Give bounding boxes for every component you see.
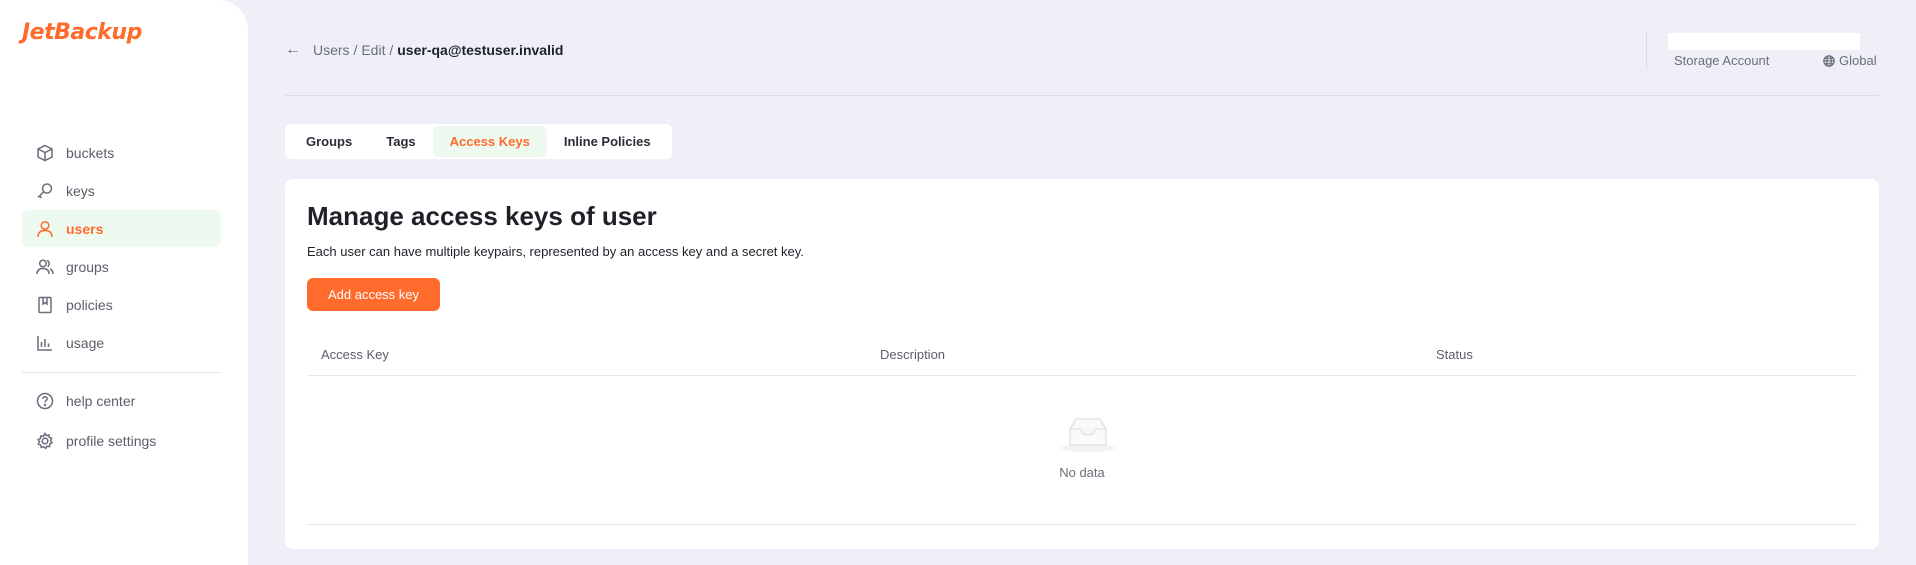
tab-tags[interactable]: Tags <box>369 126 432 157</box>
sidebar-item-usage[interactable]: usage <box>22 324 221 361</box>
sidebar-item-label: users <box>66 220 104 237</box>
breadcrumb: ← Users / Edit / user-qa@testuser.invali… <box>285 41 563 59</box>
sidebar-item-buckets[interactable]: buckets <box>22 134 221 171</box>
sidebar-item-label: usage <box>66 334 105 351</box>
users-icon <box>36 258 54 276</box>
help-icon <box>36 392 54 410</box>
user-icon <box>36 220 54 238</box>
page-description: Each user can have multiple keypairs, re… <box>307 244 804 259</box>
sidebar-item-help-center[interactable]: help center <box>22 381 221 420</box>
column-header-description: Description <box>880 347 946 362</box>
sidebar-divider <box>22 372 221 373</box>
page-title: Manage access keys of user <box>307 201 657 231</box>
header-line <box>285 95 1879 96</box>
sidebar-item-policies[interactable]: policies <box>22 286 221 323</box>
sidebar-item-label: help center <box>66 392 136 409</box>
region-selector[interactable]: Global <box>1823 53 1877 68</box>
sidebar-bottom-nav: help center profile settings <box>22 381 221 461</box>
globe-icon <box>1823 54 1835 67</box>
sidebar-item-label: buckets <box>66 144 115 161</box>
table-header: Access Key Description Status <box>307 334 1857 376</box>
tab-bar: Groups Tags Access Keys Inline Policies <box>285 124 672 159</box>
region-label: Global <box>1839 53 1877 68</box>
empty-state-text: No data <box>1059 465 1105 480</box>
sidebar-item-groups[interactable]: groups <box>22 248 221 285</box>
sidebar: JetBackup buckets keys users groups poli… <box>0 0 248 565</box>
tab-inline-policies[interactable]: Inline Policies <box>547 126 668 157</box>
inbox-icon <box>1061 418 1115 452</box>
breadcrumb-current: user-qa@testuser.invalid <box>397 42 564 58</box>
cube-icon <box>36 144 54 162</box>
document-icon <box>36 296 54 314</box>
breadcrumb-users[interactable]: Users / <box>313 42 357 58</box>
arrow-left-icon[interactable]: ← <box>285 41 301 59</box>
bar-chart-icon <box>36 334 54 352</box>
breadcrumb-edit: Edit / <box>361 42 394 58</box>
access-keys-card: Manage access keys of user Each user can… <box>285 179 1879 549</box>
gear-icon <box>36 431 54 450</box>
sidebar-item-label: policies <box>66 296 113 313</box>
sidebar-nav: buckets keys users groups policies usage <box>22 134 221 362</box>
header-divider <box>1646 32 1647 70</box>
tab-groups[interactable]: Groups <box>289 126 369 157</box>
sidebar-item-users[interactable]: users <box>22 210 221 247</box>
add-access-key-button[interactable]: Add access key <box>307 278 440 311</box>
table-empty-state: No data <box>307 377 1857 525</box>
logo[interactable]: JetBackup <box>22 20 142 45</box>
sidebar-item-label: keys <box>66 182 95 199</box>
sidebar-item-keys[interactable]: keys <box>22 172 221 209</box>
column-header-access-key: Access Key <box>321 347 389 362</box>
account-selector[interactable] <box>1668 33 1860 50</box>
column-header-status: Status <box>1436 347 1473 362</box>
sidebar-item-profile-settings[interactable]: profile settings <box>22 421 221 460</box>
account-label: Storage Account <box>1674 53 1770 68</box>
key-icon <box>36 182 54 200</box>
sidebar-item-label: groups <box>66 258 109 275</box>
sidebar-item-label: profile settings <box>66 432 157 449</box>
tab-access-keys[interactable]: Access Keys <box>432 126 547 157</box>
